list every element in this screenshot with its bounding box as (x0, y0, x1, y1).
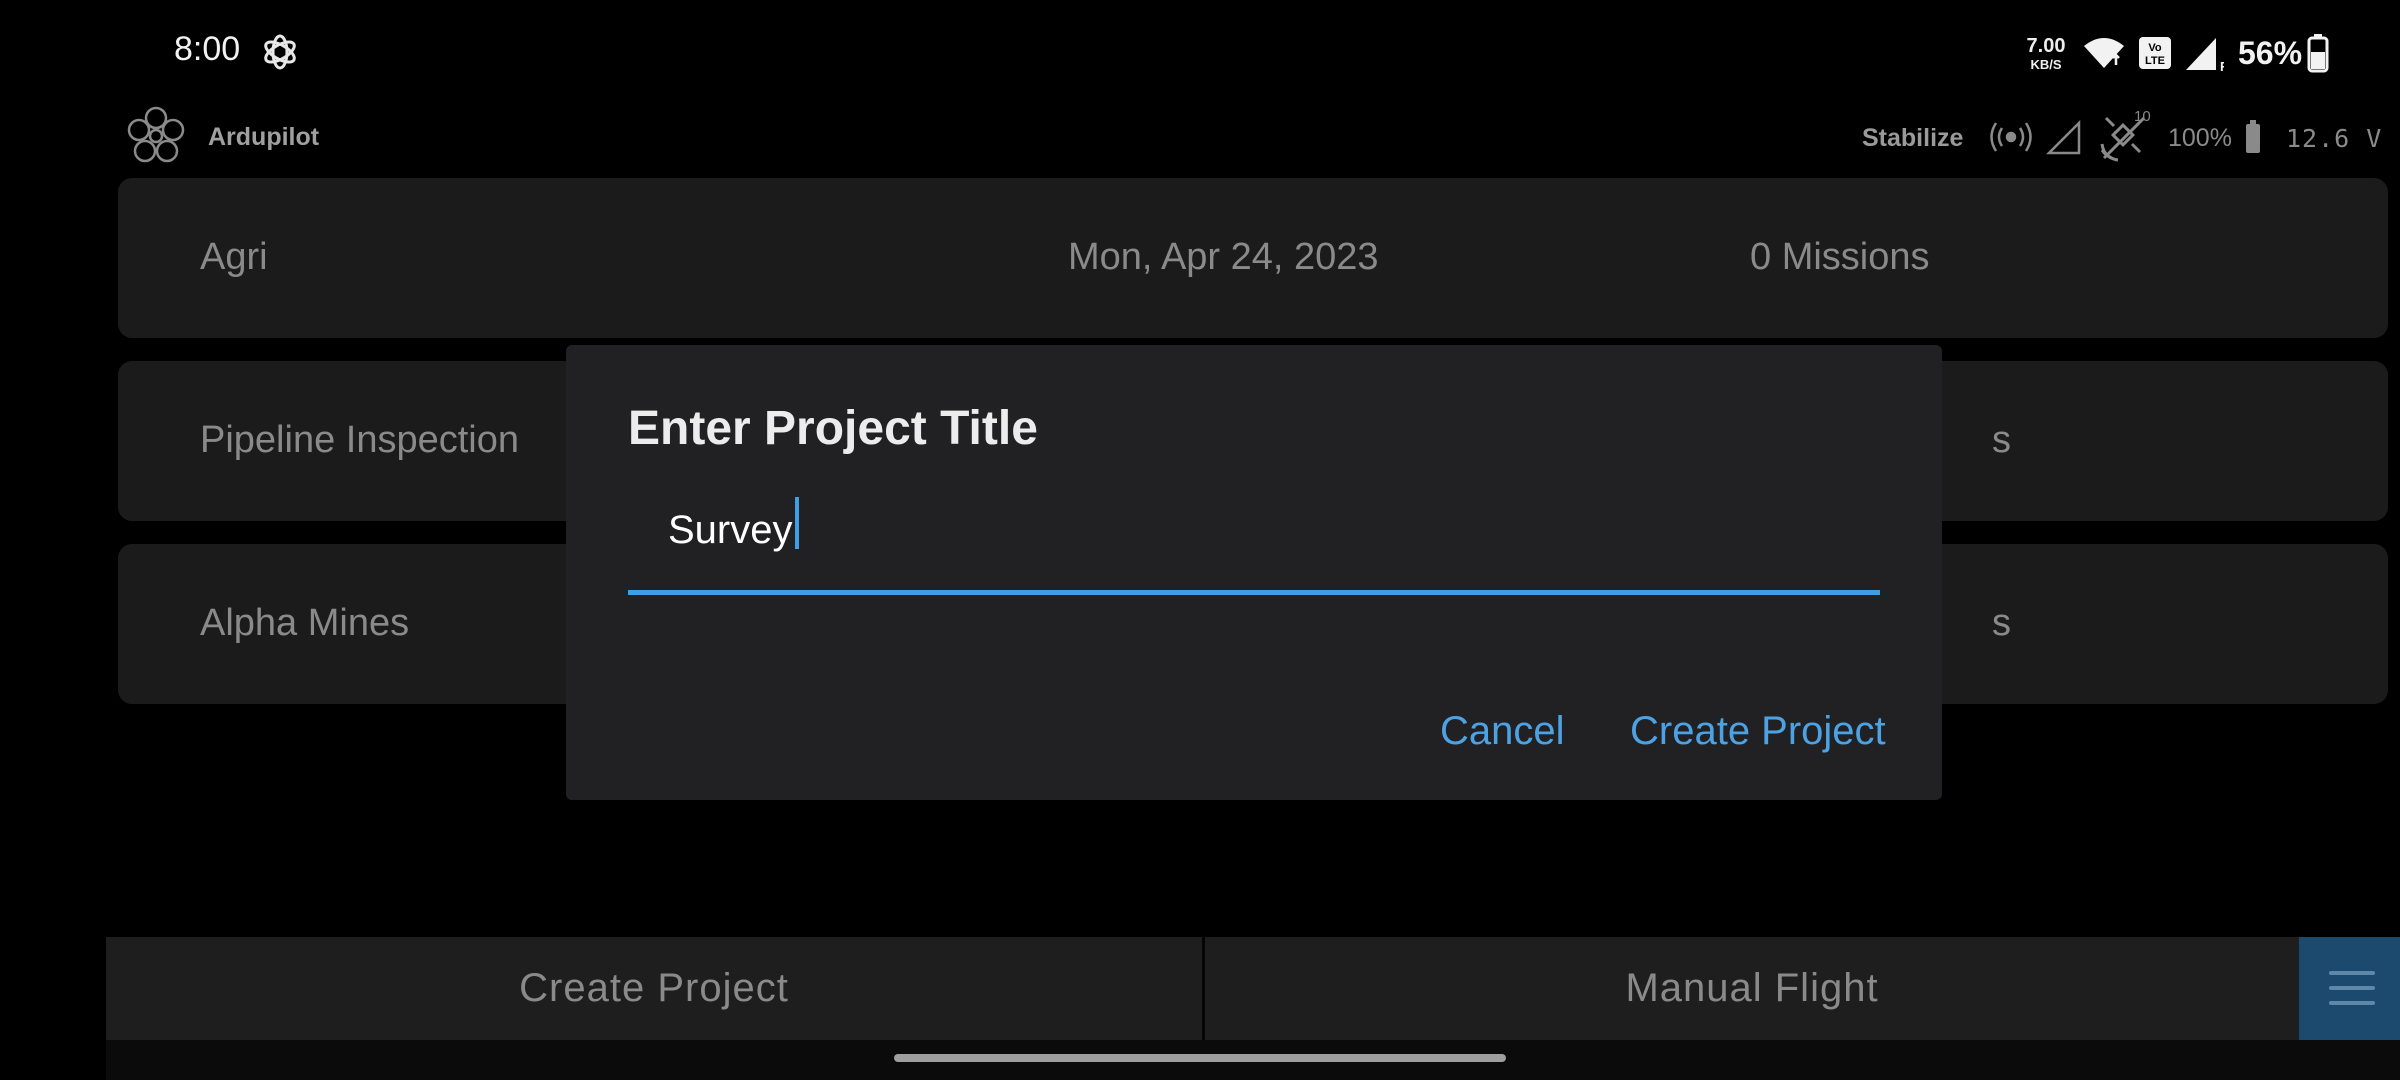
network-speed-value: 7.00 (2026, 35, 2066, 57)
project-card-agri[interactable]: Agri Mon, Apr 24, 2023 0 Missions (118, 178, 2388, 338)
project-missions: 0 Missions (1750, 236, 1930, 278)
svg-text:R: R (2220, 59, 2224, 72)
bottom-action-bar: Create Project Manual Flight (106, 937, 2400, 1040)
drone-logo-icon (127, 106, 185, 163)
home-indicator[interactable] (894, 1054, 1506, 1062)
project-date: Mon, Apr 24, 2023 (1068, 236, 1379, 278)
svg-text:Vo: Vo (2148, 42, 2162, 54)
project-title-input[interactable] (628, 485, 1880, 575)
network-speed-unit: KB/S (2030, 57, 2062, 72)
signal-icon (2046, 120, 2081, 155)
create-project-button[interactable]: Create Project (1630, 709, 1886, 754)
project-missions: s (1992, 602, 2011, 644)
enter-project-title-dialog: Enter Project Title Cancel Create Projec… (566, 345, 1942, 800)
status-time: 8:00 (174, 30, 241, 68)
gps-satellite-count: 10 (2134, 108, 2151, 125)
cancel-button[interactable]: Cancel (1440, 709, 1565, 754)
battery-percent: 56% (2238, 35, 2303, 71)
project-missions: s (1992, 419, 2011, 461)
volte-icon: Vo LTE (2139, 37, 2171, 69)
project-name: Alpha Mines (200, 602, 410, 644)
battery-icon (2307, 34, 2329, 73)
menu-button[interactable] (2299, 937, 2400, 1040)
wifi-icon (2084, 38, 2124, 68)
project-name: Pipeline Inspection (200, 419, 519, 461)
svg-text:LTE: LTE (2145, 55, 2165, 67)
voltage-readout: 12.6 V (2286, 124, 2383, 153)
flight-mode[interactable]: Stabilize (1862, 124, 1963, 153)
app-notification-icon (264, 34, 296, 70)
drone-battery-icon (2246, 120, 2260, 153)
text-caret (795, 497, 799, 549)
manual-flight-tab[interactable]: Manual Flight (1205, 937, 2299, 1040)
telemetry-icon (1990, 122, 2032, 152)
dialog-title: Enter Project Title (628, 402, 1038, 455)
app-name: Ardupilot (208, 123, 320, 151)
project-name: Agri (200, 236, 268, 278)
network-speed: 7.00 KB/S (2020, 36, 2072, 71)
input-underline (628, 590, 1880, 595)
create-project-tab[interactable]: Create Project (106, 937, 1202, 1040)
cell-signal-icon: R (2186, 38, 2224, 72)
drone-battery-percent: 100% (2168, 124, 2232, 152)
